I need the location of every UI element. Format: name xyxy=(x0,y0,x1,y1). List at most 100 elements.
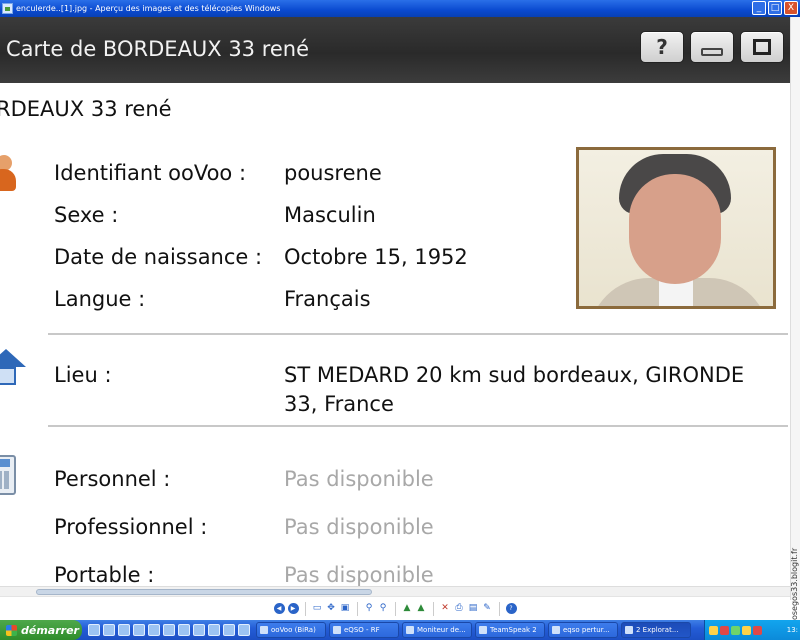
gender-value: Masculin xyxy=(284,203,376,227)
section-divider xyxy=(48,333,788,335)
desktop-icon[interactable] xyxy=(88,624,100,636)
taskbar-item[interactable]: ooVoo (BiRa) xyxy=(256,622,326,638)
house-icon xyxy=(0,349,26,389)
mail-icon[interactable] xyxy=(118,624,130,636)
toolbar-separator xyxy=(432,601,434,616)
birthdate-label: Date de naissance : xyxy=(54,245,263,269)
profile-card-titlebar: Carte de BORDEAUX 33 rené ? xyxy=(0,17,790,83)
rotate-clockwise-icon[interactable]: ▲ xyxy=(402,603,413,614)
app-icon xyxy=(260,626,268,634)
chat-icon[interactable] xyxy=(163,624,175,636)
app-icon[interactable] xyxy=(178,624,190,636)
language-label: Langue : xyxy=(54,287,146,311)
tray-icon[interactable] xyxy=(753,625,762,635)
app-icon xyxy=(479,626,487,634)
phone-icon xyxy=(0,455,26,495)
oovoo-id-value: pousrene xyxy=(284,161,382,185)
save-icon[interactable]: ▤ xyxy=(468,603,479,614)
browser-icon[interactable] xyxy=(103,624,115,636)
tray-icon[interactable] xyxy=(731,625,740,635)
user-icon xyxy=(0,155,26,195)
actual-size-icon[interactable]: ✥ xyxy=(326,603,337,614)
location-value-line2: 33, France xyxy=(284,392,394,416)
maximize-button[interactable]: □ xyxy=(768,1,782,15)
profile-card-title: Carte de BORDEAUX 33 rené xyxy=(6,37,310,61)
blog-watermark: egosegos33.blogit.fr xyxy=(790,547,799,630)
edit-icon[interactable]: ✎ xyxy=(482,603,493,614)
restore-icon xyxy=(753,39,771,55)
profile-content: RDEAUX 33 rené Identifiant ooVoo : pousr… xyxy=(0,83,790,593)
taskbar-item[interactable]: TeamSpeak 2 xyxy=(475,622,545,638)
profile-photo[interactable] xyxy=(576,147,776,309)
taskbar-item[interactable]: eQSO - RF xyxy=(329,622,399,638)
language-value: Français xyxy=(284,287,371,311)
folder-icon[interactable] xyxy=(148,624,160,636)
app-icon[interactable] xyxy=(238,624,250,636)
zoom-in-icon[interactable]: ⚲ xyxy=(364,603,375,614)
toolbar-separator xyxy=(394,601,396,616)
toolbar-separator xyxy=(304,601,306,616)
vertical-edge-strip xyxy=(790,17,800,600)
close-button[interactable]: X xyxy=(784,1,798,15)
location-value-line1: ST MEDARD 20 km sud bordeaux, GIRONDE xyxy=(284,363,745,387)
profile-card-controls: ? xyxy=(640,31,784,63)
tray-icon[interactable] xyxy=(720,625,729,635)
app-icon xyxy=(333,626,341,634)
slideshow-icon[interactable]: ▣ xyxy=(340,603,351,614)
minimize-button[interactable]: _ xyxy=(752,1,766,15)
app-icon[interactable] xyxy=(208,624,220,636)
help-button[interactable]: ? xyxy=(640,31,684,63)
birthdate-value: Octobre 15, 1952 xyxy=(284,245,468,269)
rotate-counterclockwise-icon[interactable]: ▲ xyxy=(416,603,427,614)
minimize-icon xyxy=(701,48,723,56)
app-icon[interactable] xyxy=(193,624,205,636)
best-fit-icon[interactable]: ▭ xyxy=(312,603,323,614)
next-image-icon[interactable]: ▶ xyxy=(287,603,299,614)
mobile-phone-value: Pas disponible xyxy=(284,563,434,587)
work-phone-label: Professionnel : xyxy=(54,515,208,539)
image-viewer-icon xyxy=(2,3,13,14)
app-icon[interactable] xyxy=(223,624,235,636)
quick-launch xyxy=(82,624,256,636)
zoom-out-icon[interactable]: ⚲ xyxy=(378,603,389,614)
help-icon[interactable]: ? xyxy=(505,603,517,614)
viewer-title: enculerde..[1].jpg - Aperçu des images e… xyxy=(16,4,281,13)
app-icon xyxy=(552,626,560,634)
tray-icon[interactable] xyxy=(709,625,718,635)
viewer-toolbar: ◀ ▶ ▭ ✥ ▣ ⚲ ⚲ ▲ ▲ ✕ ⎙ ▤ ✎ ? xyxy=(0,596,790,620)
clock: 13: xyxy=(786,626,798,634)
folder-icon xyxy=(625,626,633,634)
start-button[interactable]: démarrer xyxy=(0,620,82,640)
windows-logo-icon xyxy=(6,624,17,636)
card-minimize-button[interactable] xyxy=(690,31,734,63)
taskbar-item[interactable]: 2 Explorat... xyxy=(621,622,691,638)
work-phone-value: Pas disponible xyxy=(284,515,434,539)
taskbar: démarrer ooVoo (BiRa) eQSO - RF Moniteur… xyxy=(0,620,800,640)
profile-heading: RDEAUX 33 rené xyxy=(0,97,172,121)
personal-phone-label: Personnel : xyxy=(54,467,171,491)
screen: enculerde..[1].jpg - Aperçu des images e… xyxy=(0,0,800,640)
app-icon xyxy=(406,626,414,634)
gender-label: Sexe : xyxy=(54,203,119,227)
oovoo-id-label: Identifiant ooVoo : xyxy=(54,161,247,185)
horizontal-scrollbar[interactable] xyxy=(0,586,790,596)
toolbar-separator xyxy=(498,601,500,616)
window-controls: _ □ X xyxy=(752,1,798,15)
start-label: démarrer xyxy=(21,623,79,637)
tray-icon[interactable] xyxy=(742,625,751,635)
taskbar-item[interactable]: eqso pertur... xyxy=(548,622,618,638)
system-tray: 13: xyxy=(704,620,800,640)
viewer-titlebar: enculerde..[1].jpg - Aperçu des images e… xyxy=(0,0,800,17)
card-restore-button[interactable] xyxy=(740,31,784,63)
delete-icon[interactable]: ✕ xyxy=(440,603,451,614)
scroll-thumb[interactable] xyxy=(36,589,372,595)
mobile-phone-label: Portable : xyxy=(54,563,155,587)
previous-image-icon[interactable]: ◀ xyxy=(273,603,285,614)
media-icon[interactable] xyxy=(133,624,145,636)
help-icon: ? xyxy=(656,35,668,59)
toolbar-separator xyxy=(356,601,358,616)
personal-phone-value: Pas disponible xyxy=(284,467,434,491)
taskbar-item[interactable]: Moniteur de... xyxy=(402,622,472,638)
print-icon[interactable]: ⎙ xyxy=(454,603,465,614)
location-label: Lieu : xyxy=(54,363,112,387)
